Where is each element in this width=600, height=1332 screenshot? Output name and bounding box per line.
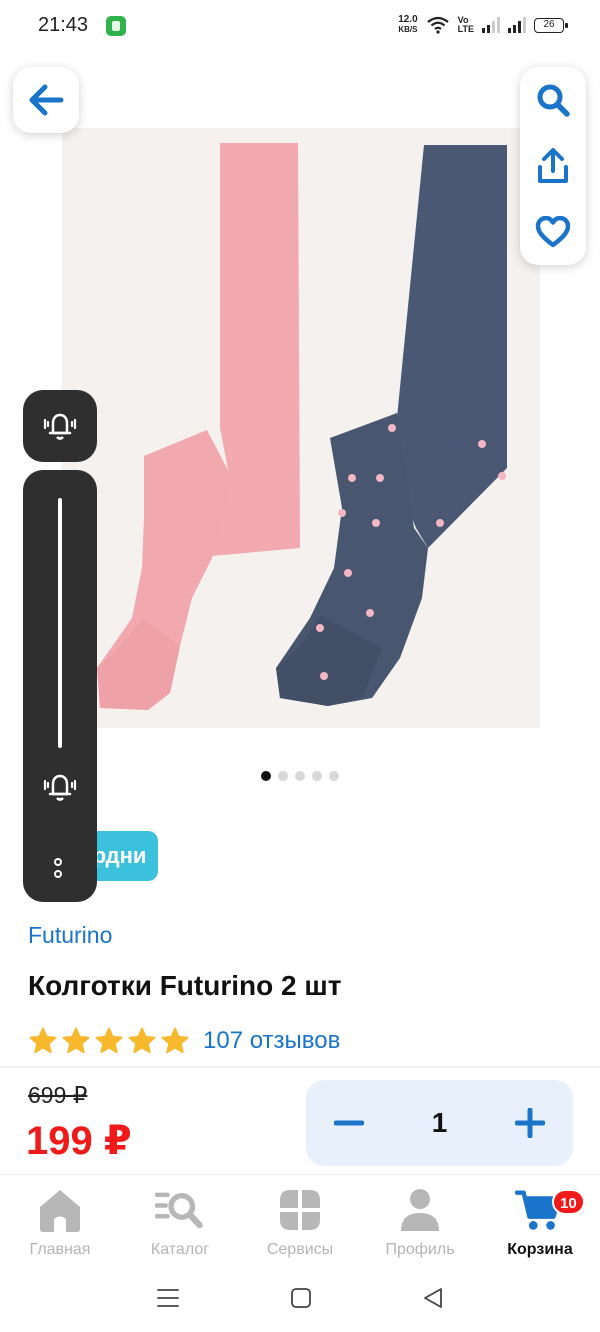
ringer-button[interactable] [40, 770, 80, 809]
old-price: 699 ₽ [28, 1082, 88, 1108]
bell-vibrate-icon [43, 413, 77, 440]
bell-vibrate-icon [43, 774, 77, 801]
back-triangle-icon[interactable] [422, 1287, 444, 1309]
heart-icon [535, 216, 571, 248]
profile-icon [401, 1189, 439, 1231]
nav-label: Сервисы [266, 1241, 334, 1258]
star-icon [62, 1027, 90, 1054]
tights-photo [97, 143, 507, 710]
share-icon [538, 148, 568, 183]
menu-icon[interactable] [156, 1287, 180, 1309]
nav-item-profile[interactable]: Профиль [360, 1175, 480, 1265]
catalog-search-icon [155, 1192, 203, 1229]
pager-dot[interactable] [312, 771, 322, 781]
pager-dot[interactable] [261, 771, 271, 781]
volte-bottom: LTE [457, 24, 474, 34]
header-actions [520, 67, 586, 265]
wifi-icon [426, 16, 449, 34]
quantity-value: 1 [431, 1107, 448, 1138]
product-title: Колготки Futurino 2 шт [28, 970, 342, 1001]
network-speed-unit: KB/S [398, 25, 418, 34]
product-image[interactable] [62, 128, 540, 728]
nav-item-services[interactable]: Сервисы [240, 1175, 360, 1265]
pager-dot[interactable] [278, 771, 288, 781]
nav-item-cart[interactable]: 10 Корзина [480, 1175, 600, 1265]
network-speed-value: 12.0 [398, 14, 418, 25]
nav-item-home[interactable]: Главная [0, 1175, 120, 1265]
star-icon [161, 1027, 189, 1054]
cart-count-badge: 10 [552, 1189, 585, 1215]
app-notification-icon [106, 16, 126, 36]
decrease-button[interactable] [332, 1106, 366, 1140]
star-icon [95, 1027, 123, 1054]
search-button[interactable] [528, 75, 578, 125]
back-button[interactable] [13, 67, 79, 133]
favorite-button[interactable] [528, 207, 578, 257]
share-button[interactable] [528, 141, 578, 191]
volume-slider[interactable] [58, 498, 62, 748]
star-icon [128, 1027, 156, 1054]
volte-indicator: Vo LTE [458, 16, 474, 34]
minus-icon [334, 1120, 364, 1126]
bottom-navigation: Главная Каталог Сервисы Профиль 10 Корзи… [0, 1174, 600, 1264]
quantity-stepper: 1 [306, 1080, 573, 1166]
ringer-mode-button[interactable] [23, 390, 97, 462]
nav-label: Главная [29, 1241, 91, 1258]
signal-2-icon [508, 17, 526, 33]
more-options-icon[interactable] [54, 858, 62, 878]
increase-button[interactable] [513, 1106, 547, 1140]
divider [0, 1066, 600, 1068]
status-bar: 21:43 12.0 KB/S Vo LTE 26 [0, 0, 600, 54]
rating[interactable]: 107 отзывов [28, 1026, 340, 1056]
arrow-left-icon [29, 84, 64, 116]
home-square-icon[interactable] [290, 1287, 312, 1309]
current-price: 199 ₽ [26, 1119, 132, 1163]
star-icon [29, 1027, 57, 1054]
nav-label: Каталог [150, 1241, 210, 1258]
status-indicators: 12.0 KB/S Vo LTE 26 [398, 15, 568, 35]
home-icon [40, 1190, 80, 1232]
reviews-link[interactable]: 107 отзывов [203, 1027, 340, 1055]
pager-dot[interactable] [329, 771, 339, 781]
network-speed: 12.0 KB/S [398, 15, 417, 35]
services-icon [280, 1190, 320, 1230]
plus-icon [514, 1108, 545, 1138]
battery-icon: 26 [534, 17, 568, 33]
status-time: 21:43 [38, 14, 89, 36]
nav-label: Корзина [507, 1241, 573, 1258]
volume-panel [23, 470, 97, 902]
pager-dot[interactable] [295, 771, 305, 781]
signal-1-icon [482, 17, 500, 33]
system-navigation [0, 1264, 600, 1332]
nav-item-catalog[interactable]: Каталог [120, 1175, 240, 1265]
brand-link[interactable]: Futurino [28, 922, 112, 949]
search-icon [537, 84, 570, 117]
nav-label: Профиль [385, 1241, 455, 1258]
